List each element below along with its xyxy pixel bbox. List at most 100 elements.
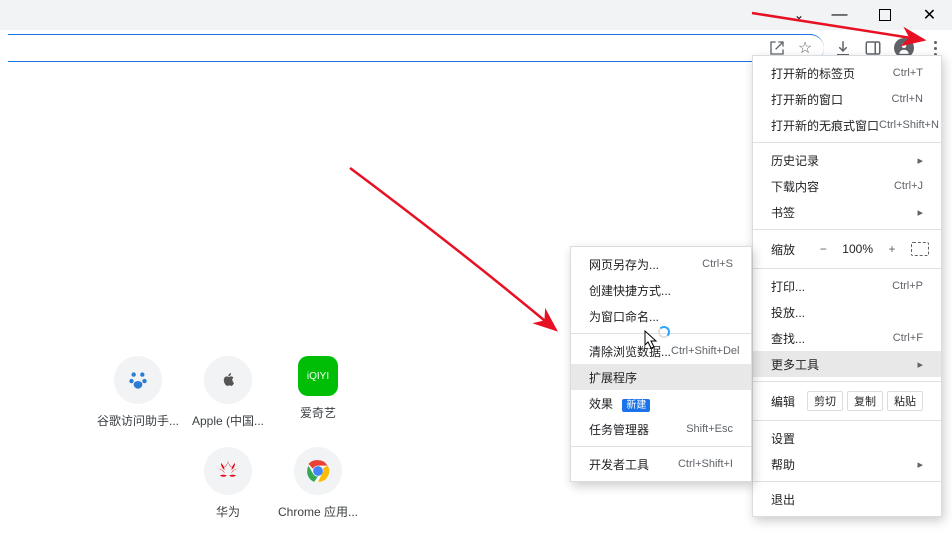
menu-item-shortcut: Ctrl+Shift+N — [879, 119, 939, 131]
submenu-developer-tools[interactable]: 开发者工具 Ctrl+Shift+I — [571, 451, 751, 477]
menu-item-shortcut: Ctrl+Shift+Del — [671, 345, 739, 357]
zoom-in-button[interactable]: + — [881, 242, 903, 256]
menu-downloads[interactable]: 下载内容 Ctrl+J — [753, 173, 941, 199]
shortcut-iqiyi[interactable]: iQIYI 爱奇艺 — [275, 356, 361, 429]
menu-bookmarks[interactable]: 书签 ▸ — [753, 199, 941, 225]
menu-item-label: 设置 — [771, 430, 795, 447]
menu-item-label: 清除浏览数据... — [589, 343, 671, 360]
menu-item-label: 为窗口命名... — [589, 308, 659, 325]
submenu-name-window[interactable]: 为窗口命名... — [571, 303, 751, 329]
menu-settings[interactable]: 设置 — [753, 425, 941, 451]
menu-separator — [753, 229, 941, 230]
zoom-label: 缩放 — [771, 241, 795, 258]
shortcut-label: 谷歌访问助手... — [97, 412, 179, 429]
shortcut-google-assistant[interactable]: 谷歌访问助手... — [95, 356, 181, 429]
kebab-icon — [934, 41, 937, 56]
menu-cast[interactable]: 投放... — [753, 299, 941, 325]
chevron-right-icon: ▸ — [917, 358, 923, 371]
shortcut-label: 爱奇艺 — [300, 404, 336, 421]
menu-new-window[interactable]: 打开新的窗口 Ctrl+N — [753, 86, 941, 112]
menu-separator — [753, 381, 941, 382]
menu-print[interactable]: 打印... Ctrl+P — [753, 273, 941, 299]
menu-more-tools[interactable]: 更多工具 ▸ — [753, 351, 941, 377]
edit-label: 编辑 — [771, 393, 795, 410]
minimize-button[interactable]: — — [817, 0, 862, 30]
menu-separator — [753, 420, 941, 421]
apple-icon — [204, 356, 252, 404]
menu-item-label: 历史记录 — [771, 152, 819, 169]
close-window-button[interactable]: ✕ — [907, 0, 952, 30]
menu-item-shortcut: Ctrl+F — [893, 332, 923, 344]
menu-item-label: 下载内容 — [771, 178, 819, 195]
huawei-icon — [204, 447, 252, 495]
caret-icon: ⌄ — [794, 8, 804, 22]
menu-separator — [571, 333, 751, 334]
menu-exit[interactable]: 退出 — [753, 486, 941, 512]
menu-separator — [571, 446, 751, 447]
chevron-right-icon: ▸ — [917, 206, 923, 219]
chevron-right-icon: ▸ — [917, 154, 923, 167]
chrome-icon — [294, 447, 342, 495]
menu-item-label: 任务管理器 — [589, 421, 649, 438]
chrome-main-menu: 打开新的标签页 Ctrl+T 打开新的窗口 Ctrl+N 打开新的无痕式窗口 C… — [752, 55, 942, 517]
menu-item-label: 扩展程序 — [589, 369, 637, 386]
dash-icon: — — [832, 6, 848, 24]
menu-item-label: 书签 — [771, 204, 795, 221]
menu-separator — [753, 481, 941, 482]
menu-item-label: 打印... — [771, 278, 805, 295]
window-titlebar: ⌄ — ✕ — [0, 0, 952, 30]
maximize-button[interactable] — [862, 0, 907, 30]
copy-button[interactable]: 复制 — [847, 391, 883, 411]
address-bar[interactable]: ☆ — [8, 34, 824, 62]
zoom-value: 100% — [842, 242, 873, 256]
menu-new-tab[interactable]: 打开新的标签页 Ctrl+T — [753, 60, 941, 86]
menu-item-label: 创建快捷方式... — [589, 282, 671, 299]
fullscreen-button[interactable] — [911, 242, 929, 256]
shortcut-grid: 谷歌访问助手... Apple (中国... iQIYI 爱奇艺 华为 Chro… — [95, 356, 361, 520]
menu-item-label: 投放... — [771, 304, 805, 321]
tab-overflow-button[interactable]: ⌄ — [781, 0, 817, 30]
menu-item-shortcut: Ctrl+P — [892, 280, 923, 292]
menu-item-label: 打开新的无痕式窗口 — [771, 117, 879, 134]
baidu-icon — [114, 356, 162, 404]
menu-item-label: 效果 — [589, 397, 613, 411]
submenu-clear-browsing-data[interactable]: 清除浏览数据... Ctrl+Shift+Del — [571, 338, 751, 364]
menu-item-shortcut: Ctrl+J — [894, 180, 923, 192]
square-icon — [879, 9, 891, 21]
shortcut-label: 华为 — [216, 503, 240, 520]
menu-find[interactable]: 查找... Ctrl+F — [753, 325, 941, 351]
iqiyi-icon: iQIYI — [298, 356, 338, 396]
menu-item-label: 打开新的标签页 — [771, 65, 855, 82]
shortcut-label: Apple (中国... — [192, 412, 264, 429]
more-tools-submenu: 网页另存为... Ctrl+S 创建快捷方式... 为窗口命名... 清除浏览数… — [570, 246, 752, 482]
menu-item-shortcut: Ctrl+S — [702, 258, 733, 270]
cut-button[interactable]: 剪切 — [807, 391, 843, 411]
submenu-save-as[interactable]: 网页另存为... Ctrl+S — [571, 251, 751, 277]
menu-item-label: 更多工具 — [771, 356, 819, 373]
menu-edit-row: 编辑 剪切 复制 粘贴 — [753, 386, 941, 416]
menu-item-label: 网页另存为... — [589, 256, 659, 273]
shortcut-huawei[interactable]: 华为 — [185, 447, 271, 520]
zoom-out-button[interactable]: − — [812, 242, 834, 256]
submenu-extensions[interactable]: 扩展程序 — [571, 364, 751, 390]
submenu-performance[interactable]: 效果 新建 — [571, 390, 751, 416]
menu-zoom-row: 缩放 − 100% + — [753, 234, 941, 264]
menu-separator — [753, 268, 941, 269]
close-icon: ✕ — [923, 5, 936, 25]
menu-item-label: 查找... — [771, 330, 805, 347]
menu-item-shortcut: Shift+Esc — [686, 423, 733, 435]
menu-help[interactable]: 帮助 ▸ — [753, 451, 941, 477]
chevron-right-icon: ▸ — [917, 458, 923, 471]
submenu-create-shortcut[interactable]: 创建快捷方式... — [571, 277, 751, 303]
paste-button[interactable]: 粘贴 — [887, 391, 923, 411]
new-badge: 新建 — [622, 399, 650, 412]
shortcut-chrome-apps[interactable]: Chrome 应用... — [275, 447, 361, 520]
menu-item-shortcut: Ctrl+N — [892, 93, 923, 105]
submenu-task-manager[interactable]: 任务管理器 Shift+Esc — [571, 416, 751, 442]
menu-item-label: 退出 — [771, 491, 795, 508]
menu-incognito[interactable]: 打开新的无痕式窗口 Ctrl+Shift+N — [753, 112, 941, 138]
shortcut-apple[interactable]: Apple (中国... — [185, 356, 271, 429]
menu-item-label: 帮助 — [771, 456, 795, 473]
menu-history[interactable]: 历史记录 ▸ — [753, 147, 941, 173]
menu-separator — [753, 142, 941, 143]
